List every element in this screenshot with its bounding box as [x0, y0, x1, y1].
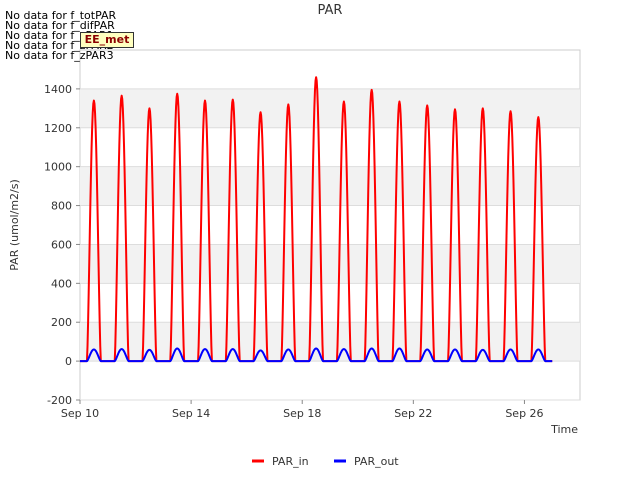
y-tick-label: -200 [47, 394, 72, 407]
x-tick-label: Sep 22 [394, 407, 432, 420]
y-tick-label: 200 [51, 316, 72, 329]
legend-label: PAR_in [272, 455, 309, 468]
y-tick-label: 400 [51, 277, 72, 290]
par-chart: -200 0 200 400 600 800 1000 1200 1400 Sep 10 Sep 1… [8, 3, 581, 468]
site-tag: EE_met [80, 32, 134, 48]
y-tick-label: 600 [51, 238, 72, 251]
x-tick-label: Sep 14 [172, 407, 210, 420]
legend-label: PAR_out [354, 455, 399, 468]
y-tick-label: 800 [51, 200, 72, 213]
y-tick-label: 0 [65, 355, 72, 368]
y-tick-label: 1200 [44, 122, 72, 135]
x-tick-label: Sep 26 [505, 407, 543, 420]
y-tick-label: 1000 [44, 161, 72, 174]
y-tick-label: 1400 [44, 83, 72, 96]
no-data-message: No data for f_zPAR3 [5, 49, 114, 62]
background-band [80, 166, 580, 206]
y-axis-label: PAR (umol/m2/s) [8, 179, 21, 271]
background-band [80, 88, 580, 128]
x-tick-label: Sep 10 [61, 407, 99, 420]
chart-title: PAR [318, 3, 343, 18]
x-axis-label: Time [550, 423, 578, 436]
x-tick-label: Sep 18 [283, 407, 321, 420]
